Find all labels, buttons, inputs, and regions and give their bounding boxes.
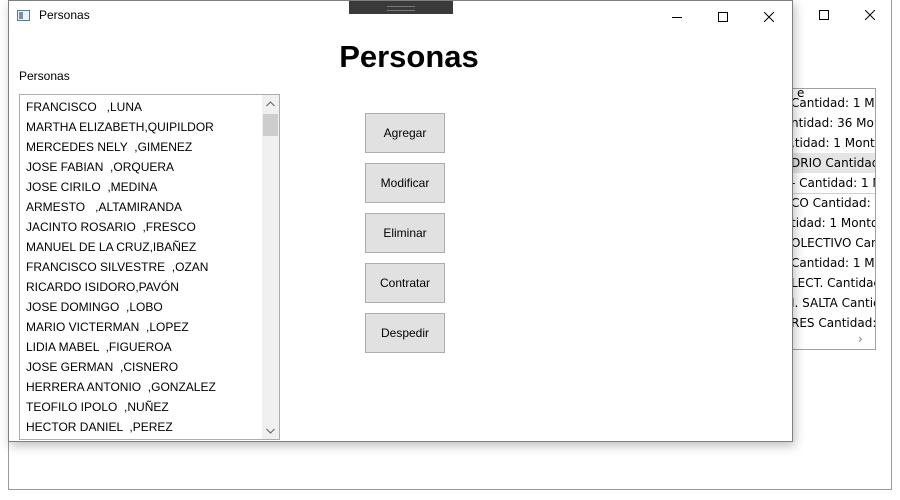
scrollbar-thumb[interactable]: [263, 114, 278, 136]
list-item[interactable]: JOSE DOMINGO ,LOBO: [20, 297, 261, 317]
list-item[interactable]: LIDIA MABEL ,FIGUEROA: [20, 337, 261, 357]
modificar-button[interactable]: Modificar: [365, 163, 445, 203]
list-item[interactable]: FRANCISCO ,LUNA: [20, 97, 261, 117]
list-item[interactable]: ARMESTO ,ALTAMIRANDA: [20, 197, 261, 217]
background-list-item[interactable]: ,tidad: 1 Monto: [791, 133, 875, 153]
background-list-item[interactable]: OLECTIVO Cant: [791, 233, 875, 253]
list-item[interactable]: HECTOR DANIEL ,PEREZ: [20, 417, 261, 437]
eliminar-button[interactable]: Eliminar: [365, 213, 445, 253]
list-item[interactable]: FRANCISCO SILVESTRE ,OZAN: [20, 257, 261, 277]
list-item[interactable]: JOSE FABIAN ,ORQUERA: [20, 157, 261, 177]
personas-list: FRANCISCO ,LUNA MARTHA ELIZABETH,QUIPILD…: [20, 97, 261, 437]
background-listbox[interactable]: e Cantidad: 1 Mo ntidad: 36 Mon ,tidad: …: [790, 88, 876, 350]
agregar-button[interactable]: Agregar: [365, 113, 445, 153]
scroll-up-button[interactable]: [262, 95, 279, 112]
personas-label: Personas: [19, 69, 70, 83]
background-list-item[interactable]: tidad: 1 Monto: [791, 213, 875, 233]
list-item[interactable]: MARTHA ELIZABETH,QUIPILDOR: [20, 117, 261, 137]
close-button[interactable]: [746, 1, 792, 32]
background-list-item[interactable]: I. SALTA Cantic: [791, 293, 875, 313]
drag-handle[interactable]: [349, 1, 453, 14]
list-item[interactable]: MARIO VICTERMAN ,LOPEZ: [20, 317, 261, 337]
despedir-button[interactable]: Despedir: [365, 313, 445, 353]
list-item[interactable]: MERCEDES NELY ,GIMENEZ: [20, 137, 261, 157]
minimize-button[interactable]: [654, 1, 700, 32]
contratar-button[interactable]: Contratar: [365, 263, 445, 303]
background-list-item[interactable]: LECT. Cantidad: [791, 273, 875, 293]
background-list-item[interactable]: RES Cantidad:: [791, 313, 875, 333]
scroll-down-button[interactable]: [262, 422, 279, 439]
app-icon: [17, 10, 30, 21]
background-list-item[interactable]: - Cantidad: 1 M: [791, 173, 875, 193]
bg-maximize-button[interactable]: [801, 2, 847, 28]
window-title: Personas: [39, 8, 90, 22]
chevron-down-icon: [266, 428, 275, 434]
list-item[interactable]: JACINTO ROSARIO ,FRESCO: [20, 217, 261, 237]
background-list-item[interactable]: ntidad: 36 Mon: [791, 113, 875, 133]
personas-listbox[interactable]: FRANCISCO ,LUNA MARTHA ELIZABETH,QUIPILD…: [19, 94, 280, 440]
list-item[interactable]: RICARDO ISIDORO,PAVÓN: [20, 277, 261, 297]
personas-window: Personas Personas Personas FRANCISCO ,LU…: [8, 0, 793, 442]
list-item[interactable]: JOSE GERMAN ,CISNERO: [20, 357, 261, 377]
close-icon: [865, 10, 875, 20]
list-item[interactable]: HERRERA ANTONIO ,GONZALEZ: [20, 377, 261, 397]
bg-close-button[interactable]: [847, 2, 893, 28]
background-list-item[interactable]: CO Cantidad:: [791, 193, 871, 213]
list-item[interactable]: MANUEL DE LA CRUZ,IBAÑEZ: [20, 237, 261, 257]
title-bar[interactable]: Personas: [9, 1, 792, 32]
chevron-up-icon: [266, 100, 275, 106]
background-list-item[interactable]: DRIO Cantidad: [791, 153, 875, 173]
vertical-scrollbar[interactable]: [262, 95, 279, 439]
maximize-button[interactable]: [700, 1, 746, 32]
background-list-item[interactable]: Cantidad: 1 Mo: [791, 93, 875, 113]
background-list-item[interactable]: Cantidad: 1 M: [791, 253, 875, 273]
minimize-icon: [672, 16, 682, 18]
close-icon: [764, 11, 774, 22]
maximize-icon: [718, 11, 728, 22]
maximize-icon: [819, 10, 829, 20]
page-title: Personas: [339, 39, 479, 74]
list-item[interactable]: TEOFILO IPOLO ,NUÑEZ: [20, 397, 261, 417]
scroll-right-icon[interactable]: ›: [858, 332, 863, 346]
list-item[interactable]: JOSE CIRILO ,MEDINA: [20, 177, 261, 197]
